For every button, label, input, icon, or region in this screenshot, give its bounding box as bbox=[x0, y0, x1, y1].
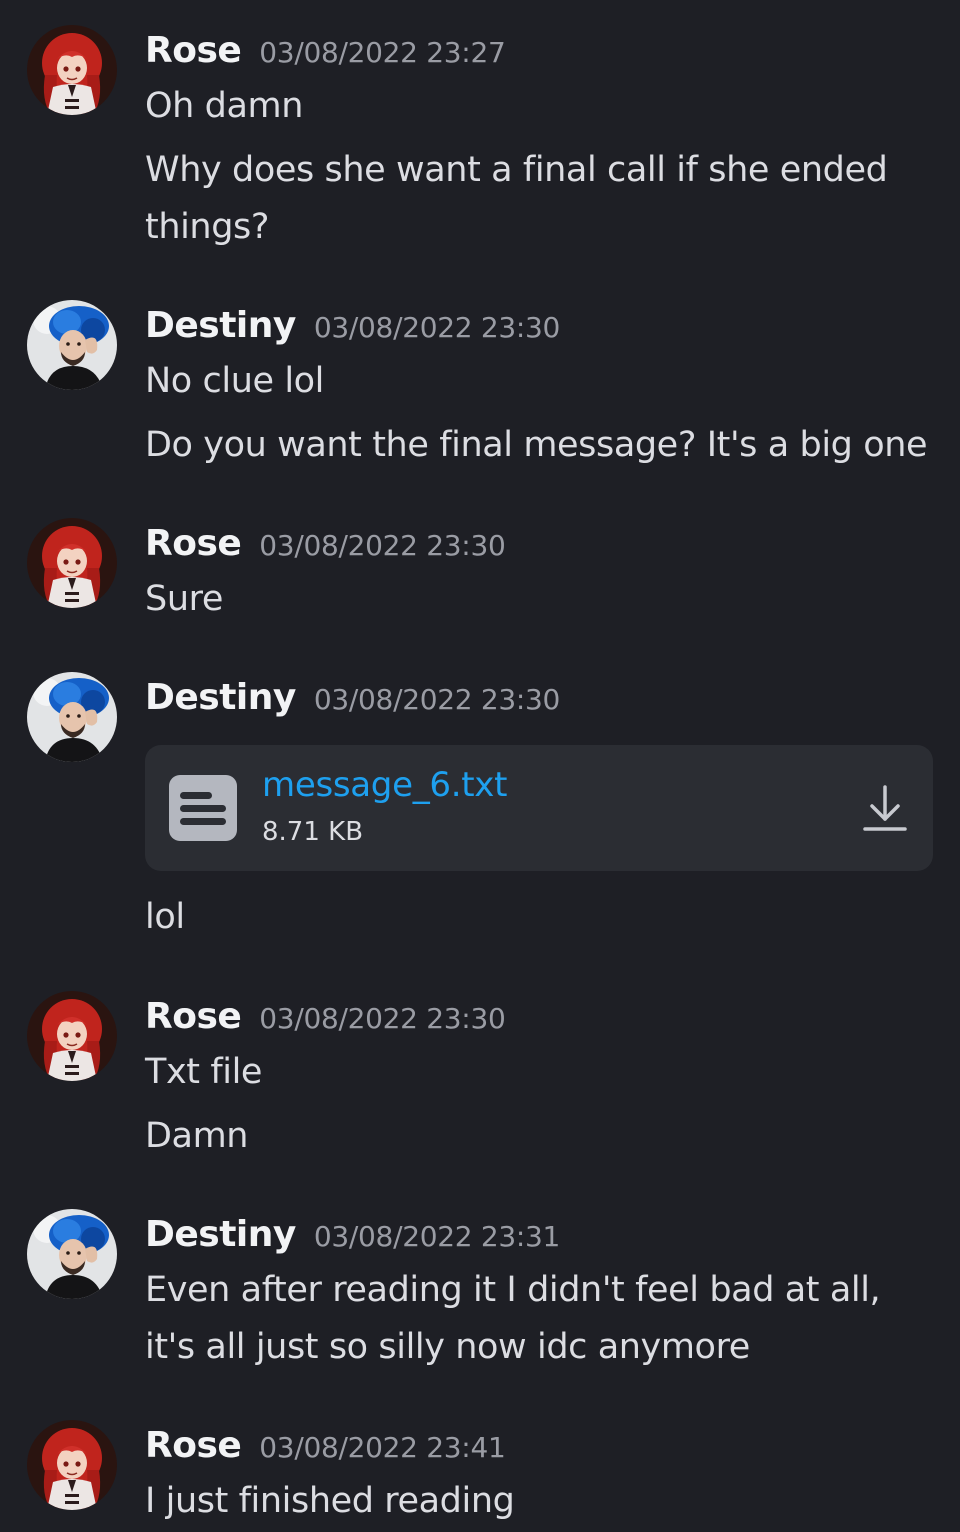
author-name[interactable]: Rose bbox=[145, 996, 242, 1037]
timestamp: 03/08/2022 23:30 bbox=[259, 1002, 506, 1035]
author-name[interactable]: Rose bbox=[145, 1425, 242, 1466]
author-name[interactable]: Destiny bbox=[145, 1214, 296, 1255]
message-text: Do you want the final message? It's a bi… bbox=[145, 425, 928, 465]
timestamp: 03/08/2022 23:30 bbox=[313, 683, 561, 716]
rose-avatar[interactable] bbox=[27, 518, 117, 608]
message-text: Why does she want a final call if she en… bbox=[145, 150, 888, 247]
message-text: No clue lol bbox=[145, 361, 324, 401]
message-header: Rose 03/08/2022 23:30 bbox=[145, 523, 506, 573]
destiny-avatar[interactable] bbox=[27, 672, 117, 762]
file-size: 8.71 KB bbox=[262, 817, 364, 847]
message-header: Rose 03/08/2022 23:41 bbox=[145, 1425, 506, 1475]
timestamp: 03/08/2022 23:27 bbox=[259, 36, 506, 69]
rose-avatar[interactable] bbox=[27, 1420, 117, 1510]
timestamp: 03/08/2022 23:30 bbox=[259, 529, 506, 562]
message-header: Rose 03/08/2022 23:30 bbox=[145, 996, 506, 1046]
text-file-icon bbox=[168, 774, 238, 842]
rose-avatar[interactable] bbox=[27, 991, 117, 1081]
destiny-avatar[interactable] bbox=[27, 1209, 117, 1299]
timestamp: 03/08/2022 23:41 bbox=[259, 1431, 506, 1464]
download-icon[interactable] bbox=[861, 783, 909, 835]
message-text: Txt file bbox=[145, 1052, 263, 1092]
message-text: Sure bbox=[145, 579, 223, 619]
timestamp: 03/08/2022 23:30 bbox=[313, 311, 561, 344]
file-name-link[interactable]: message_6.txt bbox=[262, 765, 507, 805]
message-text: I just finished reading bbox=[145, 1481, 515, 1521]
message-text: Even after reading it I didn't feel bad … bbox=[145, 1270, 881, 1367]
author-name[interactable]: Rose bbox=[145, 30, 242, 71]
rose-avatar[interactable] bbox=[27, 25, 117, 115]
message-header: Destiny 03/08/2022 23:30 bbox=[145, 305, 560, 355]
message-header: Destiny 03/08/2022 23:30 bbox=[145, 677, 560, 727]
message-header: Rose 03/08/2022 23:27 bbox=[145, 30, 506, 80]
message-header: Destiny 03/08/2022 23:31 bbox=[145, 1214, 560, 1264]
message-text: Oh damn bbox=[145, 86, 303, 126]
destiny-avatar[interactable] bbox=[27, 300, 117, 390]
author-name[interactable]: Destiny bbox=[145, 305, 296, 346]
timestamp: 03/08/2022 23:31 bbox=[313, 1220, 561, 1253]
message-text: Damn bbox=[145, 1116, 249, 1156]
message-text: lol bbox=[145, 897, 185, 937]
file-attachment[interactable]: message_6.txt 8.71 KB bbox=[145, 745, 933, 871]
author-name[interactable]: Rose bbox=[145, 523, 242, 564]
author-name[interactable]: Destiny bbox=[145, 677, 296, 718]
